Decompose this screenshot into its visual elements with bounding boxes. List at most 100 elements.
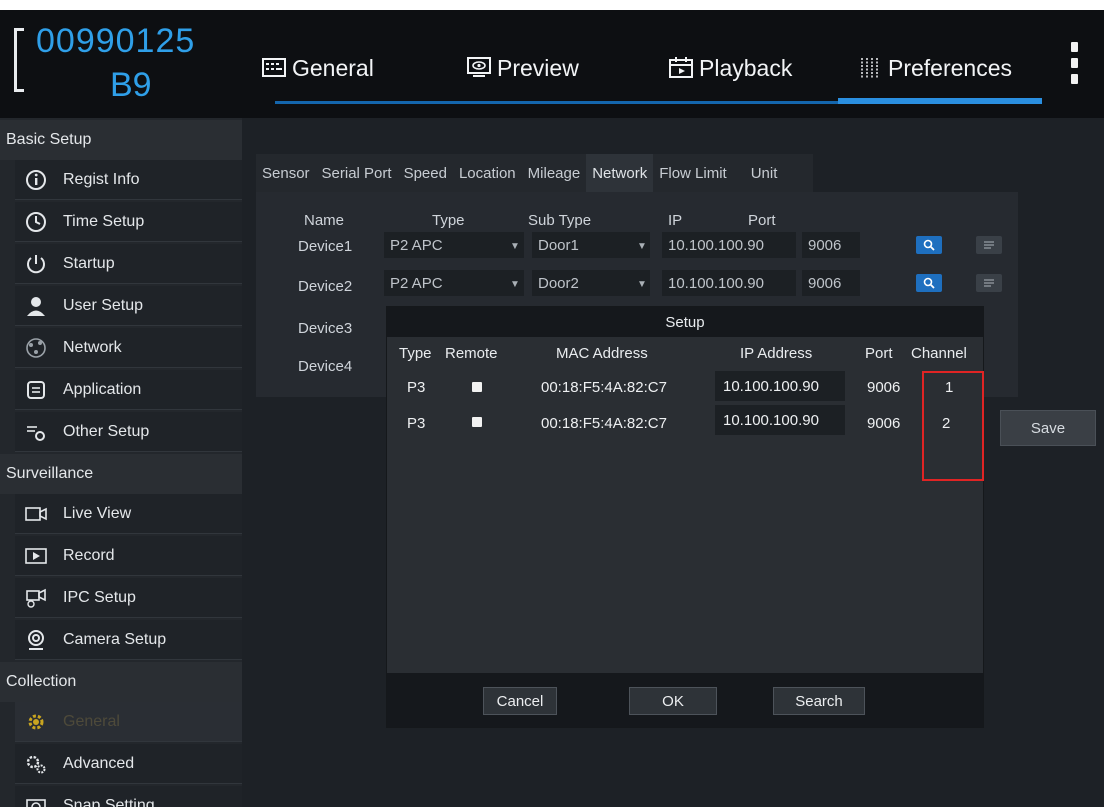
subtab-unit[interactable]: Unit — [733, 154, 814, 192]
sidebar-item-general[interactable]: General — [15, 702, 242, 742]
device2-subtype-select[interactable]: Door2 — [532, 270, 650, 296]
table-row[interactable]: P3 00:18:F5:4A:82:C7 10.100.100.90 9006 … — [387, 371, 983, 403]
sidebar-item-user-setup[interactable]: User Setup — [15, 286, 242, 326]
search-button[interactable]: Search — [773, 687, 865, 715]
device2-name: Device2 — [298, 278, 353, 295]
device1-ip-field[interactable]: 10.100.100.90 — [662, 232, 796, 258]
device1-subtype-select[interactable]: Door1 — [532, 232, 650, 258]
device1-port-field[interactable]: 9006 — [802, 232, 860, 258]
device2-search-button[interactable] — [916, 274, 942, 292]
col-channel-header: Channel — [911, 345, 967, 362]
device1-search-button[interactable] — [916, 236, 942, 254]
sidebar-item-label: Advanced — [63, 754, 135, 772]
row1-ip-field[interactable]: 10.100.100.90 — [715, 371, 845, 401]
sidebar-item-snap-setting[interactable]: Snap Setting — [15, 786, 242, 807]
device1-type-value: P2 APC — [390, 236, 443, 254]
tab-preferences-label: Preferences — [888, 54, 1013, 81]
sidebar-item-other-setup[interactable]: Other Setup — [15, 412, 242, 452]
subtab-speed[interactable]: Speed — [398, 154, 453, 192]
user-icon — [27, 296, 45, 316]
sidebar-item-startup[interactable]: Startup — [15, 244, 242, 284]
device2-list-button[interactable] — [976, 274, 1002, 292]
clock-icon — [26, 211, 46, 232]
row2-ip-value: 10.100.100.90 — [723, 411, 819, 429]
col-ip-header: IP Address — [740, 345, 813, 362]
tab-preview[interactable]: Preview — [467, 48, 579, 88]
device-id-line2: B9 — [110, 66, 152, 104]
application-icon — [27, 380, 45, 399]
cancel-button[interactable]: Cancel — [483, 687, 557, 715]
row1-mac: 00:18:F5:4A:82:C7 — [541, 379, 667, 396]
preview-icon — [467, 57, 491, 77]
subtab-flow-limit[interactable]: Flow Limit — [653, 154, 733, 192]
chevron-down-icon: ▼ — [637, 241, 647, 252]
record-icon — [25, 547, 47, 564]
network-icon — [26, 337, 46, 358]
sidebar: Basic Setup Regist Info Time Setup Start… — [0, 118, 242, 807]
row2-remote-checkbox[interactable] — [472, 417, 482, 427]
sidebar-item-regist-info[interactable]: Regist Info — [15, 160, 242, 200]
dialog-footer: Cancel OK Search — [387, 673, 983, 727]
gears-icon — [26, 755, 46, 773]
device2-type-select[interactable]: P2 APC — [384, 270, 524, 296]
sidebar-item-label: Network — [63, 338, 122, 356]
subtab-sensor[interactable]: Sensor — [256, 154, 316, 192]
save-button[interactable]: Save — [1000, 410, 1096, 446]
tab-preferences[interactable]: Preferences — [858, 48, 1012, 88]
sidebar-item-ipc-setup[interactable]: IPC Setup — [15, 578, 242, 618]
sidebar-item-record[interactable]: Record — [15, 536, 242, 576]
list-icon — [984, 279, 994, 287]
sidebar-item-time-setup[interactable]: Time Setup — [15, 202, 242, 242]
row2-port: 9006 — [867, 415, 901, 432]
col-port-header: Port — [748, 212, 776, 229]
device1-type-select[interactable]: P2 APC — [384, 232, 524, 258]
preferences-icon — [861, 58, 878, 78]
video-camera-icon — [25, 506, 47, 521]
sidebar-item-label: Record — [63, 546, 115, 564]
device1-list-button[interactable] — [976, 236, 1002, 254]
subtab-serial-port[interactable]: Serial Port — [316, 154, 398, 192]
row2-ip-field[interactable]: 10.100.100.90 — [715, 405, 845, 435]
power-icon — [27, 254, 45, 273]
device1-ip-value: 10.100.100.90 — [668, 236, 764, 254]
more-menu-icon[interactable] — [1069, 42, 1079, 92]
row2-type: P3 — [407, 415, 426, 432]
sidebar-item-network[interactable]: Network — [15, 328, 242, 368]
general-icon — [262, 58, 286, 77]
tab-general[interactable]: General — [262, 48, 374, 88]
chevron-down-icon: ▼ — [637, 279, 647, 290]
sidebar-item-label: User Setup — [63, 296, 144, 314]
col-type-header: Type — [399, 345, 432, 362]
sidebar-item-label: Startup — [63, 254, 115, 272]
device2-port-field[interactable]: 9006 — [802, 270, 860, 296]
subtab-location[interactable]: Location — [453, 154, 522, 192]
chevron-down-icon: ▼ — [510, 241, 520, 252]
table-row[interactable]: P3 00:18:F5:4A:82:C7 10.100.100.90 9006 … — [387, 405, 983, 437]
sidebar-item-camera-setup[interactable]: Camera Setup — [15, 620, 242, 660]
nav-active-indicator — [838, 98, 1042, 104]
chevron-down-icon: ▼ — [510, 279, 520, 290]
search-icon — [923, 277, 935, 289]
device4-name: Device4 — [298, 358, 353, 375]
device2-type-value: P2 APC — [390, 274, 443, 292]
col-port-header: Port — [865, 345, 893, 362]
subtab-mileage[interactable]: Mileage — [522, 154, 587, 192]
device2-port-value: 9006 — [808, 274, 842, 292]
sidebar-section-collection: Collection — [0, 662, 242, 702]
row1-remote-checkbox[interactable] — [472, 382, 482, 392]
sidebar-item-advanced[interactable]: Advanced — [15, 744, 242, 784]
ok-button[interactable]: OK — [629, 687, 717, 715]
sidebar-item-label: Application — [63, 380, 142, 398]
subtab-bar: Sensor Serial Port Speed Location Mileag… — [256, 154, 814, 192]
row1-ip-value: 10.100.100.90 — [723, 377, 819, 395]
device2-ip-field[interactable]: 10.100.100.90 — [662, 270, 796, 296]
top-bar: 00990125 B9 General Preview Playback Pre… — [0, 10, 1104, 118]
settings-sliders-icon — [27, 425, 45, 441]
sidebar-item-live-view[interactable]: Live View — [15, 494, 242, 534]
tab-playback[interactable]: Playback — [669, 48, 792, 88]
tab-general-label: General — [292, 54, 374, 81]
sidebar-item-application[interactable]: Application — [15, 370, 242, 410]
subtab-network[interactable]: Network — [586, 154, 654, 192]
info-icon — [26, 169, 46, 190]
bracket-decoration — [14, 28, 24, 92]
